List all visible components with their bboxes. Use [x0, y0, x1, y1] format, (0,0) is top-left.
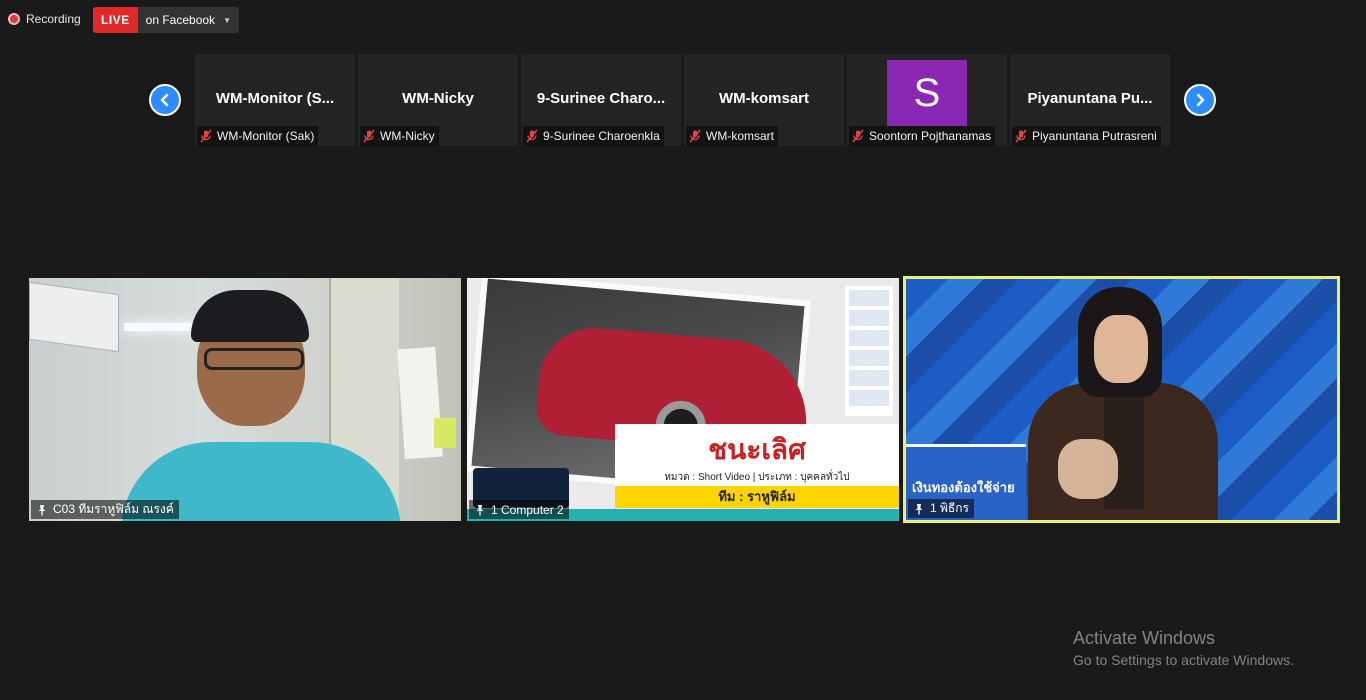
participant-display-name: WM-komsart	[718, 90, 809, 107]
participant-thumb[interactable]: 9-Surinee Charo... 9-Surinee Charoenkla	[521, 54, 681, 146]
award-category: หมวด : Short Video | ประเภท : บุคคลทั่วไ…	[664, 472, 850, 483]
mic-muted-icon	[362, 129, 376, 143]
avatar: S	[887, 60, 967, 126]
video-name: 1 Computer 2	[491, 502, 564, 517]
watermark-title: Activate Windows	[1073, 628, 1216, 648]
mic-muted-icon	[851, 129, 865, 143]
participant-thumb[interactable]: S Soontorn Pojthanamas	[847, 54, 1007, 146]
caret-down-icon: ▼	[223, 15, 231, 25]
participant-thumb[interactable]: Piyanuntana Pu... Piyanuntana Putrasreni	[1010, 54, 1170, 146]
recording-indicator[interactable]: Recording	[8, 8, 81, 30]
video-name: C03 ทีมราหูฟิล์ม ณรงค์	[53, 502, 174, 516]
live-target[interactable]: on Facebook ▼	[137, 7, 239, 33]
award-team: ทีม : ราหูฟิล์ม	[615, 486, 899, 508]
pin-icon	[913, 503, 925, 515]
record-icon	[8, 13, 20, 25]
video-tile-active-speaker[interactable]: เงินทองต้องใช้จ่าย 1 พิธีกร	[903, 276, 1340, 523]
participant-name-tag: Soontorn Pojthanamas	[849, 126, 996, 146]
video-name-tag: 1 พิธีกร	[908, 499, 974, 518]
participant-name-tag: Piyanuntana Putrasreni	[1012, 126, 1161, 146]
participant-label: WM-Monitor (Sak)	[217, 129, 315, 143]
pin-icon	[36, 504, 48, 516]
participant-display-name: WM-Nicky	[402, 90, 474, 107]
participant-name-tag: WM-Monitor (Sak)	[197, 126, 319, 146]
participant-display-name: 9-Surinee Charo...	[536, 90, 666, 107]
mic-muted-icon	[688, 129, 702, 143]
live-stream-menu[interactable]: LIVE on Facebook ▼	[93, 7, 239, 33]
participant-thumb[interactable]: WM-komsart WM-komsart	[684, 54, 844, 146]
video-name: 1 พิธีกร	[930, 501, 969, 515]
award-title: ชนะเลิศ	[708, 434, 806, 465]
backdrop-text: เงินทองต้องใช้จ่าย	[912, 480, 1015, 495]
participant-thumb[interactable]: WM-Monitor (S... WM-Monitor (Sak)	[195, 54, 355, 146]
participant-label: WM-komsart	[706, 129, 774, 143]
video-name-tag: 1 Computer 2	[469, 500, 569, 519]
participant-name-tag: WM-komsart	[686, 126, 778, 146]
video-feed	[204, 348, 304, 370]
meeting-window: Recording LIVE on Facebook ▼ WM-Monitor …	[0, 0, 1366, 700]
participant-thumb[interactable]: WM-Nicky WM-Nicky	[358, 54, 518, 146]
pin-icon	[474, 504, 486, 516]
participant-label: WM-Nicky	[380, 129, 435, 143]
participant-display-name: WM-Monitor (S...	[215, 90, 335, 107]
participant-strip: WM-Monitor (S... WM-Monitor (Sak) WM-Nic…	[195, 54, 1170, 146]
participant-label: Piyanuntana Putrasreni	[1032, 129, 1157, 143]
chevron-left-icon	[160, 93, 169, 107]
video-feed	[1028, 279, 1218, 520]
next-page-button[interactable]	[1184, 84, 1216, 116]
award-banner: ชนะเลิศ หมวด : Short Video | ประเภท : บุ…	[615, 424, 899, 514]
participant-display-name: Piyanuntana Pu...	[1027, 90, 1153, 107]
previous-page-button[interactable]	[149, 84, 181, 116]
watermark-subtitle: Go to Settings to activate Windows.	[1073, 652, 1294, 668]
participant-label: 9-Surinee Charoenkla	[543, 129, 660, 143]
activate-windows-watermark: Activate Windows Go to Settings to activ…	[1073, 628, 1294, 668]
mic-muted-icon	[199, 129, 213, 143]
video-feed	[434, 418, 456, 448]
participant-name-tag: WM-Nicky	[360, 126, 439, 146]
live-badge: LIVE	[93, 7, 138, 33]
sponsor-logos	[845, 286, 893, 416]
video-tile[interactable]: C03 ทีมราหูฟิล์ม ณรงค์	[29, 278, 461, 521]
recording-label: Recording	[26, 12, 81, 26]
participant-label: Soontorn Pojthanamas	[869, 129, 992, 143]
mic-muted-icon	[525, 129, 539, 143]
video-name-tag: C03 ทีมราหูฟิล์ม ณรงค์	[31, 500, 179, 519]
live-target-label: on Facebook	[145, 13, 216, 27]
participant-name-tag: 9-Surinee Charoenkla	[523, 126, 664, 146]
mic-muted-icon	[1014, 129, 1028, 143]
chevron-right-icon	[1196, 93, 1205, 107]
video-tile[interactable]: ชนะเลิศ หมวด : Short Video | ประเภท : บุ…	[467, 278, 899, 521]
